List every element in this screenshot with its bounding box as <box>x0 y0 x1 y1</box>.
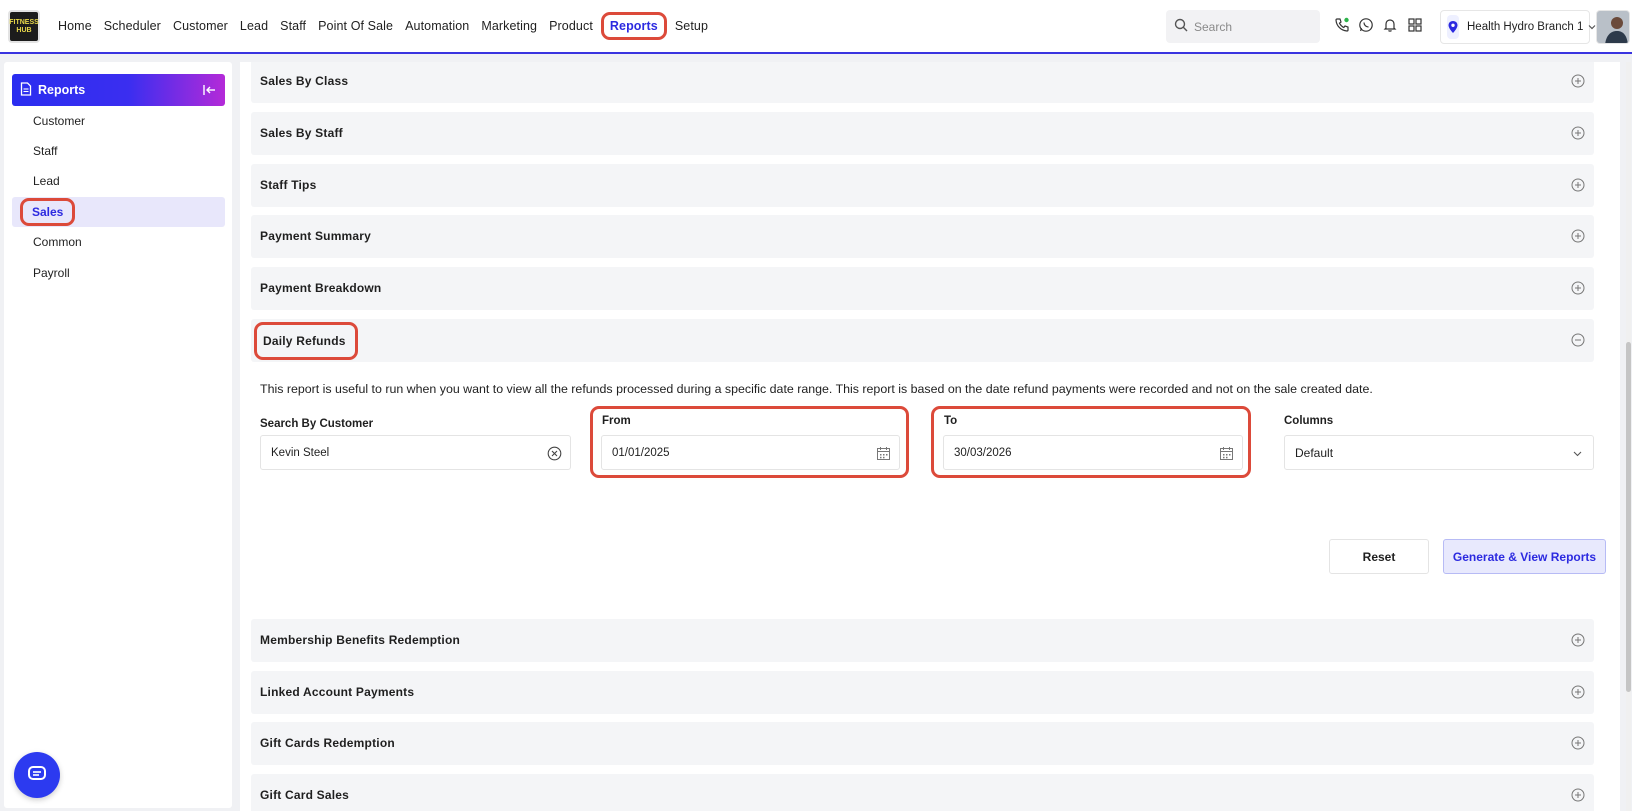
report-section-daily-refunds[interactable]: Daily Refunds <box>251 319 1594 362</box>
search-input[interactable] <box>1194 19 1314 34</box>
search-icon <box>1174 18 1188 35</box>
columns-select[interactable]: Default <box>1284 435 1594 470</box>
to-date-input[interactable] <box>954 446 1185 459</box>
report-document-icon <box>20 81 32 99</box>
customer-search-field[interactable] <box>260 435 571 470</box>
customer-search-label: Search By Customer <box>260 418 374 430</box>
report-section-gift-card-sales[interactable]: Gift Card Sales <box>251 774 1594 811</box>
report-title: Daily Refunds <box>254 322 358 360</box>
main-nav: Home Scheduler Customer Lead Staff Point… <box>52 0 714 52</box>
expand-plus-icon[interactable] <box>1571 788 1585 802</box>
report-section-payment-summary[interactable]: Payment Summary <box>251 215 1594 258</box>
nav-item-point-of-sale[interactable]: Point Of Sale <box>312 13 399 39</box>
customer-search-input[interactable] <box>271 446 511 459</box>
branch-label: Health Hydro Branch 1 <box>1467 21 1584 33</box>
from-date-label: From <box>602 415 631 427</box>
report-title: Payment Breakdown <box>260 281 382 295</box>
report-section-payment-breakdown[interactable]: Payment Breakdown <box>251 267 1594 310</box>
report-title: Staff Tips <box>260 178 317 192</box>
report-title: Membership Benefits Redemption <box>260 633 461 647</box>
report-section-staff-tips[interactable]: Staff Tips <box>251 164 1594 207</box>
report-title: Payment Summary <box>260 229 372 243</box>
grid-icon[interactable] <box>1406 16 1424 34</box>
expand-plus-icon[interactable] <box>1571 633 1585 647</box>
clear-icon[interactable] <box>547 446 562 461</box>
nav-item-customer[interactable]: Customer <box>167 13 234 39</box>
nav-item-automation[interactable]: Automation <box>399 13 475 39</box>
columns-label: Columns <box>1284 415 1334 427</box>
reset-button[interactable]: Reset <box>1329 539 1429 574</box>
report-title: Gift Cards Redemption <box>260 736 395 750</box>
sidebar-item-lead[interactable]: Lead <box>12 166 225 196</box>
phone-icon[interactable] <box>1333 16 1351 34</box>
report-title: Sales By Class <box>260 74 349 88</box>
report-title: Linked Account Payments <box>260 685 415 699</box>
user-avatar[interactable] <box>1596 10 1630 44</box>
expand-plus-icon[interactable] <box>1571 685 1585 699</box>
expand-plus-icon[interactable] <box>1571 736 1585 750</box>
collapse-minus-icon[interactable] <box>1571 333 1585 347</box>
app-logo[interactable]: FITNESS HUB <box>8 10 40 43</box>
report-section-gift-cards-redemption[interactable]: Gift Cards Redemption <box>251 722 1594 765</box>
nav-item-scheduler[interactable]: Scheduler <box>98 13 167 39</box>
sidebar-title: Reports <box>38 83 86 97</box>
sidebar-item-payroll[interactable]: Payroll <box>12 258 225 288</box>
expand-plus-icon[interactable] <box>1571 281 1585 295</box>
nav-item-lead[interactable]: Lead <box>234 13 274 39</box>
report-title: Sales By Staff <box>260 126 343 140</box>
nav-item-reports[interactable]: Reports <box>600 12 667 40</box>
whatsapp-icon[interactable] <box>1357 16 1375 34</box>
report-section-sales-by-class[interactable]: Sales By Class <box>251 62 1594 103</box>
top-navigation-bar: FITNESS HUB Home Scheduler Customer Lead … <box>0 0 1632 54</box>
calendar-icon[interactable] <box>876 446 891 461</box>
calendar-icon[interactable] <box>1219 446 1234 461</box>
reports-sidebar: Reports Customer Staff Lead Sales Common… <box>4 62 232 808</box>
chevron-down-icon <box>1573 451 1582 457</box>
report-section-membership-benefits-redemption[interactable]: Membership Benefits Redemption <box>251 619 1594 662</box>
report-section-sales-by-staff[interactable]: Sales By Staff <box>251 112 1594 155</box>
sidebar-item-label: Sales <box>20 198 76 226</box>
nav-item-home[interactable]: Home <box>52 13 98 39</box>
sidebar-header: Reports <box>12 74 225 106</box>
location-pin-icon <box>1447 15 1459 39</box>
collapse-sidebar-icon[interactable] <box>201 82 217 98</box>
sidebar-item-common[interactable]: Common <box>12 227 225 257</box>
report-title: Gift Card Sales <box>260 788 350 802</box>
columns-selected-value: Default <box>1295 445 1334 460</box>
sidebar-item-sales[interactable]: Sales <box>12 197 225 227</box>
chat-support-button[interactable] <box>14 752 60 798</box>
bell-icon[interactable] <box>1381 16 1399 34</box>
global-search[interactable] <box>1166 10 1320 43</box>
reports-main-panel: Sales By Class Sales By Staff Staff Tips… <box>240 62 1620 811</box>
nav-item-staff[interactable]: Staff <box>274 13 312 39</box>
scrollbar-thumb[interactable] <box>1626 342 1631 692</box>
report-section-linked-account-payments[interactable]: Linked Account Payments <box>251 671 1594 714</box>
expand-plus-icon[interactable] <box>1571 74 1585 88</box>
nav-item-marketing[interactable]: Marketing <box>475 13 543 39</box>
chat-icon <box>27 765 47 786</box>
expand-plus-icon[interactable] <box>1571 126 1585 140</box>
nav-item-setup[interactable]: Setup <box>669 13 714 39</box>
expand-plus-icon[interactable] <box>1571 178 1585 192</box>
to-date-field[interactable] <box>943 435 1243 470</box>
expand-plus-icon[interactable] <box>1571 229 1585 243</box>
from-date-field[interactable] <box>601 435 900 470</box>
nav-item-product[interactable]: Product <box>543 13 599 39</box>
from-date-input[interactable] <box>612 446 842 459</box>
sidebar-item-customer[interactable]: Customer <box>12 106 225 136</box>
generate-view-reports-button[interactable]: Generate & View Reports <box>1443 539 1606 574</box>
main-scrollbar[interactable] <box>1626 62 1631 811</box>
sidebar-item-staff[interactable]: Staff <box>12 136 225 166</box>
branch-selector[interactable]: Health Hydro Branch 1 <box>1440 10 1596 44</box>
to-date-label: To <box>944 415 958 427</box>
daily-refunds-description: This report is useful to run when you wa… <box>260 382 1373 396</box>
